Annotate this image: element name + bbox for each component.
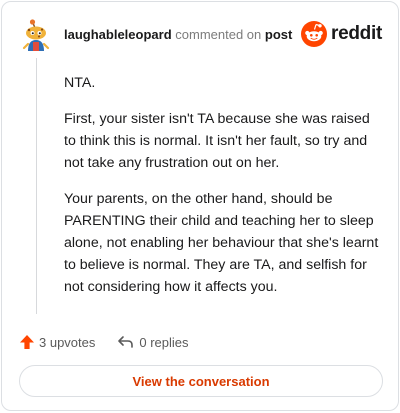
leopard-avatar-icon xyxy=(22,19,50,51)
comment-header: laughableleopard commented on post reddi… xyxy=(20,18,382,52)
upvote-count: 3 upvotes xyxy=(39,334,96,350)
comment-paragraph: NTA. xyxy=(64,75,96,91)
username-link[interactable]: laughableleopard xyxy=(64,27,172,42)
upvote-button[interactable]: 3 upvotes xyxy=(19,334,95,350)
view-conversation-button[interactable]: View the conversation xyxy=(19,365,383,397)
comment-byline: laughableleopard commented on post xyxy=(64,27,292,43)
reddit-snoo-icon xyxy=(301,21,328,47)
replies-button[interactable]: 0 replies xyxy=(117,334,189,350)
user-avatar[interactable] xyxy=(20,18,52,52)
view-conversation-label: View the conversation xyxy=(132,373,270,389)
comment-paragraph: First, your sister isn't TA because she … xyxy=(64,111,370,171)
upvote-arrow-icon xyxy=(20,335,34,349)
comment-embed-card: laughableleopard commented on post reddi… xyxy=(1,1,399,411)
reply-count: 0 replies xyxy=(139,334,189,350)
reply-arrow-icon xyxy=(118,336,134,348)
reddit-logo[interactable]: reddit xyxy=(301,21,382,47)
commented-on-text: commented on xyxy=(175,27,262,42)
post-link[interactable]: post xyxy=(265,27,292,42)
comment-actions: 3 upvotes 0 replies xyxy=(19,332,189,352)
thread-line xyxy=(36,58,37,314)
comment-body: NTA. First, your sister isn't TA because… xyxy=(64,72,382,312)
comment-paragraph: Your parents, on the other hand, should … xyxy=(64,191,379,295)
reddit-wordmark: reddit xyxy=(331,23,382,44)
